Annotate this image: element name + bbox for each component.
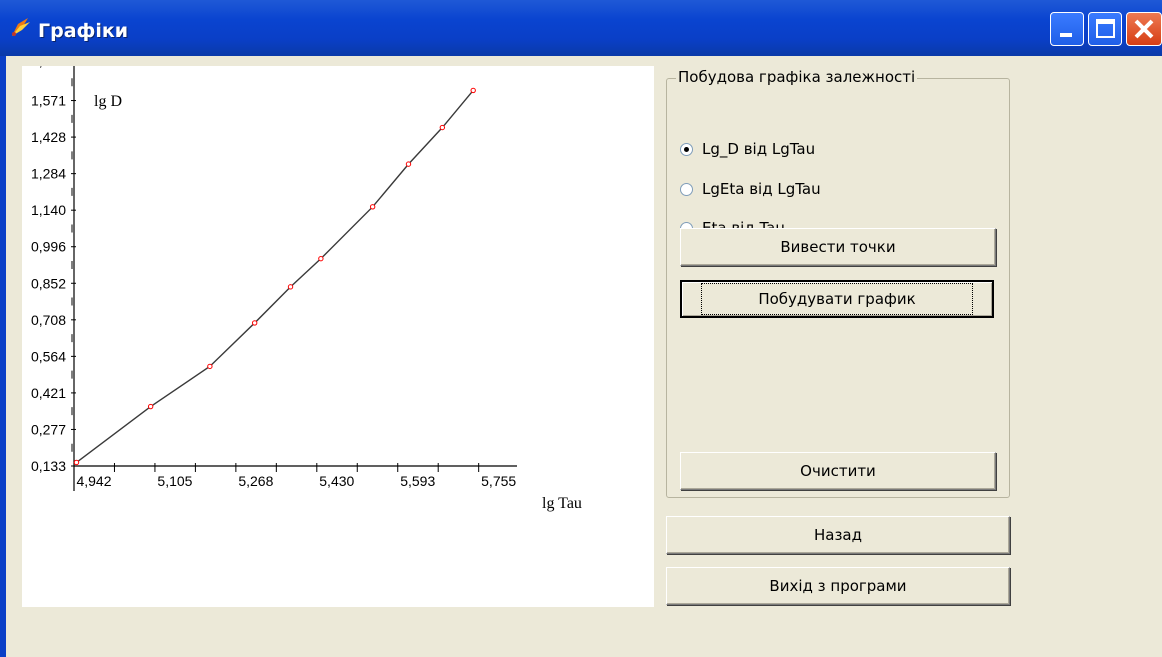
data-point [369,204,376,210]
title-bar[interactable]: Графіки [0,0,1162,56]
y-tick-label: 1,571 [31,93,66,109]
y-tick-label: 0,133 [31,458,66,474]
y-tick-label: 1,140 [31,202,66,218]
minimize-icon [1060,33,1072,37]
y-tick-label: 0,852 [31,275,66,291]
back-button[interactable]: Назад [666,516,1010,554]
app-icon [12,18,30,36]
radio-label: LgEta від LgTau [702,180,821,198]
y-tick-label: 0,708 [31,312,66,328]
clear-label: Очистити [800,462,876,480]
x-tick-label: 5,430 [319,473,354,489]
data-point [470,87,476,94]
maximize-icon [1096,19,1115,38]
x-tick-label: 4,942 [76,473,111,489]
close-button[interactable] [1126,12,1162,46]
x-tick-label: 5,268 [238,473,273,489]
x-tick-label: 5,105 [157,473,192,489]
series-line [76,89,474,464]
window-title: Графіки [38,20,129,42]
chart-panel: 0,133 0,277 0,421 0,564 0,708 0,852 0,996 1,140… [22,53,654,607]
exit-button[interactable]: Вихід з програми [666,567,1010,605]
chart: 0,133 0,277 0,421 0,564 0,708 0,852 0,996 1,140… [31,53,582,512]
window-left-border [0,56,6,657]
clear-button[interactable]: Очистити [680,452,996,490]
show-points-label: Вивести точки [780,238,896,256]
data-point [287,284,294,290]
data-point [207,363,213,370]
show-points-button[interactable]: Вивести точки [680,228,996,266]
y-tick-label: 1,428 [31,129,66,145]
data-point [439,124,446,131]
x-tick-label: 5,755 [481,473,516,489]
back-label: Назад [813,526,862,544]
exit-label: Вихід з програми [769,577,907,595]
radio-lgd-vs-lgtau[interactable]: Lg_D від LgTau [680,140,815,158]
y-tick-label: 0,277 [31,421,66,437]
close-icon [1134,19,1154,39]
y-tick-label-top: 1,715 [31,66,66,69]
data-point [251,320,258,326]
y-tick-label: 1,284 [31,166,66,182]
radio-button-icon[interactable] [680,182,693,196]
group-title: Побудова графіка залежності [676,68,918,86]
y-tick-label: 0,421 [31,385,66,401]
data-point [73,459,80,466]
y-tick-label: 0,564 [31,348,66,364]
radio-button-icon[interactable] [680,142,693,156]
x-axis-label: lg Tau [542,495,582,512]
data-point [318,255,324,262]
y-tick-label: 0,996 [31,239,66,255]
radio-lgeta-vs-lgtau[interactable]: LgEta від LgTau [680,180,821,198]
minimize-button[interactable] [1050,12,1084,46]
maximize-button[interactable] [1088,12,1122,46]
data-point [405,161,412,167]
radio-label: Lg_D від LgTau [702,140,816,158]
build-chart-label: Побудувати график [701,283,973,315]
data-point [147,403,154,410]
build-chart-button[interactable]: Побудувати график [680,280,994,318]
x-tick-label: 5,593 [400,473,435,489]
y-axis-label: lg D [94,93,122,110]
